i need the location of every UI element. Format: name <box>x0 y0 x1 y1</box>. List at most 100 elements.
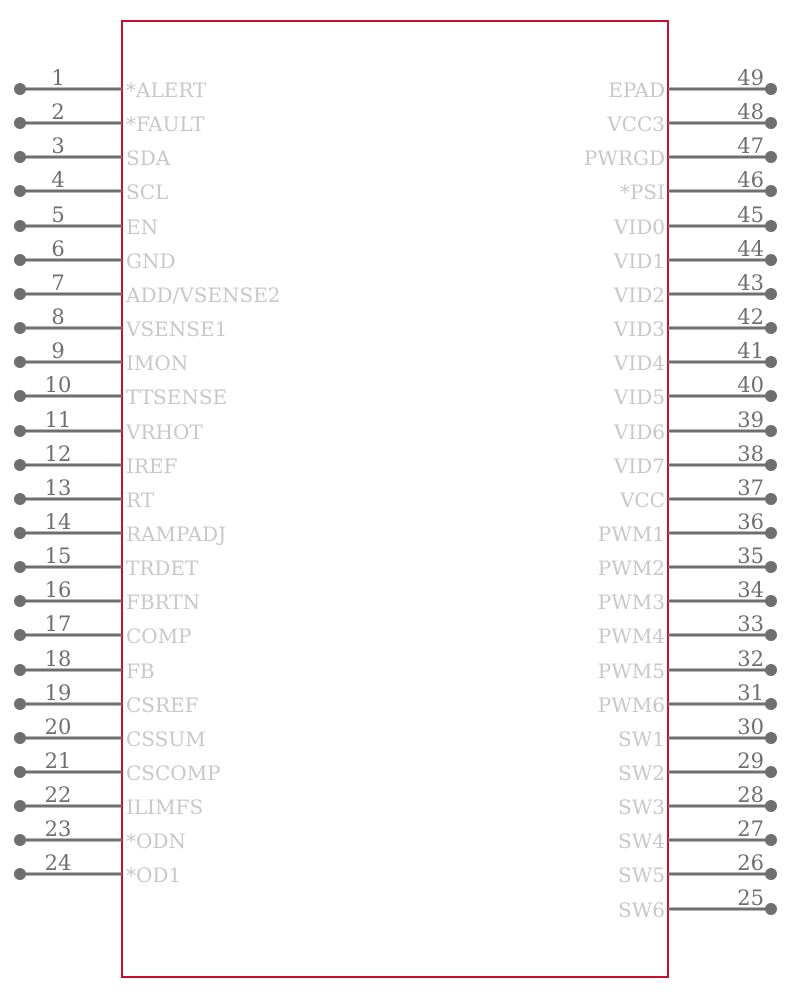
pin-endpoint-dot <box>765 151 777 163</box>
pin-number: 46 <box>737 168 764 192</box>
pin-endpoint-dot <box>765 83 777 95</box>
pin-41: 41 VID4 <box>613 339 777 375</box>
pin-name-label: SDA <box>126 146 171 170</box>
pin-number: 10 <box>45 373 72 397</box>
pin-name-label: EPAD <box>608 78 665 102</box>
pin-35: 35 PWM2 <box>598 544 777 580</box>
pin-31: 31 PWM6 <box>598 681 777 717</box>
pin-name-label: SW2 <box>618 761 665 785</box>
pin-endpoint-dot <box>14 322 26 334</box>
pin-23: 23 *ODN <box>14 817 186 853</box>
pin-name-label: VID4 <box>613 351 665 375</box>
pin-number: 13 <box>45 476 72 500</box>
pin-42: 42 VID3 <box>613 305 777 341</box>
pin-name-label: IREF <box>126 454 178 478</box>
pin-endpoint-dot <box>765 185 777 197</box>
pin-24: 24 *OD1 <box>14 851 181 887</box>
pin-number: 26 <box>737 851 764 875</box>
pin-endpoint-dot <box>765 254 777 266</box>
pin-endpoint-dot <box>765 117 777 129</box>
pin-name-label: *FAULT <box>126 112 205 136</box>
pin-endpoint-dot <box>765 356 777 368</box>
pin-number: 20 <box>45 715 72 739</box>
pin-number: 18 <box>45 647 72 671</box>
pin-endpoint-dot <box>765 561 777 573</box>
pin-29: 29 SW2 <box>618 749 777 785</box>
pin-endpoint-dot <box>14 117 26 129</box>
pin-name-label: GND <box>126 249 176 273</box>
pin-number: 35 <box>737 544 764 568</box>
pin-number: 41 <box>737 339 764 363</box>
pin-name-label: VRHOT <box>125 420 203 444</box>
pin-name-label: CSCOMP <box>126 761 221 785</box>
pin-14: 14 RAMPADJ <box>14 510 226 546</box>
pin-endpoint-dot <box>14 834 26 846</box>
pin-1: 1 *ALERT <box>14 66 207 102</box>
pin-18: 18 FB <box>14 647 155 683</box>
pin-name-label: IMON <box>126 351 188 375</box>
pin-number: 44 <box>737 237 764 261</box>
pin-number: 3 <box>51 134 64 158</box>
pin-endpoint-dot <box>14 254 26 266</box>
pin-name-label: *PSI <box>620 180 665 204</box>
pin-endpoint-dot <box>14 664 26 676</box>
pin-name-label: CSREF <box>126 693 199 717</box>
pin-name-label: ADD/VSENSE2 <box>125 283 281 307</box>
pin-32: 32 PWM5 <box>598 647 777 683</box>
pin-name-label: PWM4 <box>598 624 665 648</box>
pin-endpoint-dot <box>14 288 26 300</box>
pin-endpoint-dot <box>765 595 777 607</box>
pin-number: 6 <box>51 237 64 261</box>
pin-number: 47 <box>737 134 764 158</box>
pin-11: 11 VRHOT <box>14 408 203 444</box>
pin-endpoint-dot <box>765 800 777 812</box>
pin-number: 36 <box>737 510 764 534</box>
pin-number: 25 <box>737 886 764 910</box>
pin-name-label: PWM5 <box>598 659 665 683</box>
pin-endpoint-dot <box>14 800 26 812</box>
pin-7: 7 ADD/VSENSE2 <box>14 271 281 307</box>
pin-22: 22 ILIMFS <box>14 783 203 819</box>
pin-9: 9 IMON <box>14 339 188 375</box>
pin-number: 45 <box>737 203 764 227</box>
pin-name-label: SW3 <box>618 795 665 819</box>
pin-name-label: *ODN <box>126 829 186 853</box>
pin-endpoint-dot <box>14 595 26 607</box>
pin-name-label: PWRGD <box>584 146 665 170</box>
pin-number: 31 <box>737 681 764 705</box>
pin-name-label: VID7 <box>613 454 665 478</box>
pin-34: 34 PWM3 <box>598 578 777 614</box>
pin-endpoint-dot <box>765 834 777 846</box>
pin-endpoint-dot <box>765 288 777 300</box>
pin-number: 17 <box>45 612 72 636</box>
pin-number: 21 <box>45 749 72 773</box>
pin-number: 38 <box>737 442 764 466</box>
pin-number: 23 <box>45 817 72 841</box>
pin-endpoint-dot <box>14 629 26 641</box>
pin-2: 2 *FAULT <box>14 100 205 136</box>
pin-19: 19 CSREF <box>14 681 199 717</box>
pin-number: 32 <box>737 647 764 671</box>
pin-endpoint-dot <box>14 220 26 232</box>
pin-13: 13 RT <box>14 476 155 512</box>
pin-endpoint-dot <box>14 151 26 163</box>
pin-endpoint-dot <box>14 766 26 778</box>
pin-name-label: PWM6 <box>598 693 665 717</box>
pin-name-label: VSENSE1 <box>125 317 227 341</box>
pin-name-label: RAMPADJ <box>126 522 226 546</box>
pin-name-label: VID2 <box>613 283 665 307</box>
pin-endpoint-dot <box>765 664 777 676</box>
pin-name-label: TTSENSE <box>126 385 227 409</box>
schematic-symbol: 1 *ALERT 2 *FAULT 3 SDA 4 SCL 5 EN 6 GND 7 ADD/VSENSE… <box>14 20 777 978</box>
pin-number: 43 <box>737 271 764 295</box>
pin-endpoint-dot <box>765 903 777 915</box>
pin-5: 5 EN <box>14 203 158 239</box>
pin-number: 42 <box>737 305 764 329</box>
pin-endpoint-dot <box>765 698 777 710</box>
pin-endpoint-dot <box>14 732 26 744</box>
pin-number: 29 <box>737 749 764 773</box>
pin-28: 28 SW3 <box>618 783 777 819</box>
pin-name-label: VID6 <box>613 420 665 444</box>
pin-number: 5 <box>51 203 64 227</box>
pin-20: 20 CSSUM <box>14 715 206 751</box>
